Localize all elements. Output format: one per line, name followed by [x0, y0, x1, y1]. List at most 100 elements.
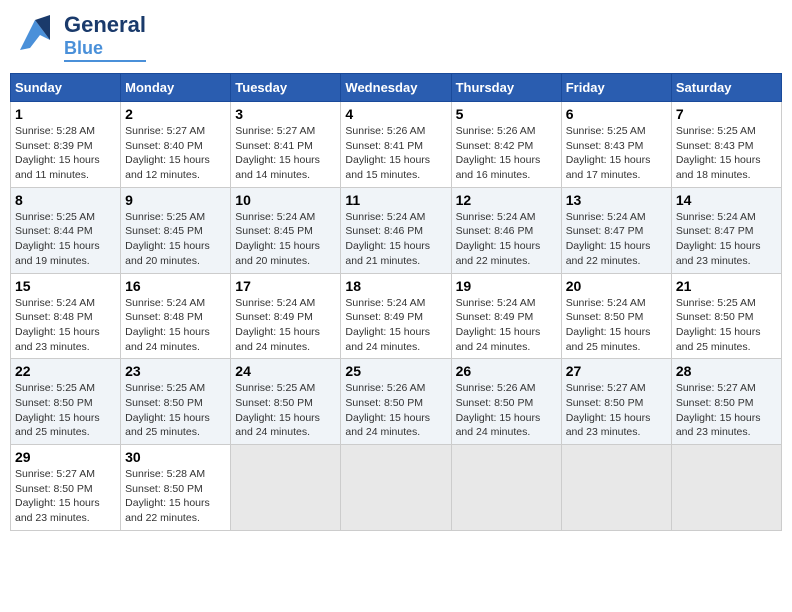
- day-number: 7: [676, 106, 777, 122]
- day-number: 15: [15, 278, 116, 294]
- calendar-cell: [231, 445, 341, 531]
- calendar-cell: 20 Sunrise: 5:24 AM Sunset: 8:50 PM Dayli…: [561, 273, 671, 359]
- calendar-cell: [341, 445, 451, 531]
- calendar-cell: 6 Sunrise: 5:25 AM Sunset: 8:43 PM Daylig…: [561, 102, 671, 188]
- week-row-1: 1 Sunrise: 5:28 AM Sunset: 8:39 PM Daylig…: [11, 102, 782, 188]
- day-info: Sunrise: 5:25 AM Sunset: 8:50 PM Dayligh…: [15, 381, 116, 440]
- day-info: Sunrise: 5:27 AM Sunset: 8:40 PM Dayligh…: [125, 124, 226, 183]
- calendar-cell: 17Sunrise: 5:24 AM Sunset: 8:49 PM Dayli…: [231, 273, 341, 359]
- day-number: 24: [235, 363, 336, 379]
- day-number: 13: [566, 192, 667, 208]
- day-header-tuesday: Tuesday: [231, 74, 341, 102]
- calendar-cell: 11 Sunrise: 5:24 AM Sunset: 8:46 PM Dayli…: [341, 187, 451, 273]
- day-number: 4: [345, 106, 446, 122]
- calendar-cell: 30Sunrise: 5:28 AM Sunset: 8:50 PM Dayli…: [121, 445, 231, 531]
- calendar-cell: 25 Sunrise: 5:26 AM Sunset: 8:50 PM Dayli…: [341, 359, 451, 445]
- calendar-cell: [451, 445, 561, 531]
- calendar-cell: 3 Sunrise: 5:27 AM Sunset: 8:41 PM Daylig…: [231, 102, 341, 188]
- logo-icon: [10, 10, 60, 60]
- calendar-cell: 26Sunrise: 5:26 AM Sunset: 8:50 PM Dayli…: [451, 359, 561, 445]
- day-number: 9: [125, 192, 226, 208]
- day-number: 17: [235, 278, 336, 294]
- calendar-cell: 18 Sunrise: 5:24 AM Sunset: 8:49 PM Dayli…: [341, 273, 451, 359]
- day-header-wednesday: Wednesday: [341, 74, 451, 102]
- day-info: Sunrise: 5:27 AM Sunset: 8:50 PM Dayligh…: [676, 381, 777, 440]
- day-info: Sunrise: 5:25 AM Sunset: 8:45 PM Dayligh…: [125, 210, 226, 269]
- calendar-cell: 16Sunrise: 5:24 AM Sunset: 8:48 PM Dayli…: [121, 273, 231, 359]
- week-row-3: 15 Sunrise: 5:24 AM Sunset: 8:48 PM Dayli…: [11, 273, 782, 359]
- day-info: Sunrise: 5:27 AM Sunset: 8:50 PM Dayligh…: [566, 381, 667, 440]
- calendar-cell: 5 Sunrise: 5:26 AM Sunset: 8:42 PM Daylig…: [451, 102, 561, 188]
- day-number: 5: [456, 106, 557, 122]
- day-header-monday: Monday: [121, 74, 231, 102]
- day-info: Sunrise: 5:27 AM Sunset: 8:41 PM Dayligh…: [235, 124, 336, 183]
- day-number: 25: [345, 363, 446, 379]
- day-info: Sunrise: 5:25 AM Sunset: 8:44 PM Dayligh…: [15, 210, 116, 269]
- calendar-cell: 22 Sunrise: 5:25 AM Sunset: 8:50 PM Dayli…: [11, 359, 121, 445]
- day-header-friday: Friday: [561, 74, 671, 102]
- day-number: 22: [15, 363, 116, 379]
- calendar-header-row: SundayMondayTuesdayWednesdayThursdayFrid…: [11, 74, 782, 102]
- day-number: 11: [345, 192, 446, 208]
- day-header-thursday: Thursday: [451, 74, 561, 102]
- day-number: 23: [125, 363, 226, 379]
- day-info: Sunrise: 5:26 AM Sunset: 8:50 PM Dayligh…: [456, 381, 557, 440]
- calendar-cell: 28 Sunrise: 5:27 AM Sunset: 8:50 PM Dayli…: [671, 359, 781, 445]
- day-info: Sunrise: 5:24 AM Sunset: 8:48 PM Dayligh…: [15, 296, 116, 355]
- calendar-cell: 13 Sunrise: 5:24 AM Sunset: 8:47 PM Dayli…: [561, 187, 671, 273]
- day-number: 28: [676, 363, 777, 379]
- day-info: Sunrise: 5:24 AM Sunset: 8:47 PM Dayligh…: [676, 210, 777, 269]
- day-info: Sunrise: 5:26 AM Sunset: 8:42 PM Dayligh…: [456, 124, 557, 183]
- day-info: Sunrise: 5:25 AM Sunset: 8:43 PM Dayligh…: [566, 124, 667, 183]
- day-info: Sunrise: 5:24 AM Sunset: 8:46 PM Dayligh…: [456, 210, 557, 269]
- day-number: 3: [235, 106, 336, 122]
- week-row-5: 29 Sunrise: 5:27 AM Sunset: 8:50 PM Dayli…: [11, 445, 782, 531]
- day-info: Sunrise: 5:27 AM Sunset: 8:50 PM Dayligh…: [15, 467, 116, 526]
- day-number: 2: [125, 106, 226, 122]
- day-info: Sunrise: 5:25 AM Sunset: 8:43 PM Dayligh…: [676, 124, 777, 183]
- calendar-cell: 15 Sunrise: 5:24 AM Sunset: 8:48 PM Dayli…: [11, 273, 121, 359]
- day-number: 10: [235, 192, 336, 208]
- day-number: 29: [15, 449, 116, 465]
- day-info: Sunrise: 5:28 AM Sunset: 8:50 PM Dayligh…: [125, 467, 226, 526]
- calendar-cell: 10Sunrise: 5:24 AM Sunset: 8:45 PM Dayli…: [231, 187, 341, 273]
- day-number: 8: [15, 192, 116, 208]
- day-number: 20: [566, 278, 667, 294]
- day-info: Sunrise: 5:24 AM Sunset: 8:49 PM Dayligh…: [456, 296, 557, 355]
- day-info: Sunrise: 5:24 AM Sunset: 8:47 PM Dayligh…: [566, 210, 667, 269]
- week-row-4: 22 Sunrise: 5:25 AM Sunset: 8:50 PM Dayli…: [11, 359, 782, 445]
- calendar-cell: 27Sunrise: 5:27 AM Sunset: 8:50 PM Dayli…: [561, 359, 671, 445]
- day-info: Sunrise: 5:26 AM Sunset: 8:41 PM Dayligh…: [345, 124, 446, 183]
- calendar-cell: 12 Sunrise: 5:24 AM Sunset: 8:46 PM Dayli…: [451, 187, 561, 273]
- day-info: Sunrise: 5:25 AM Sunset: 8:50 PM Dayligh…: [676, 296, 777, 355]
- day-number: 16: [125, 278, 226, 294]
- day-info: Sunrise: 5:24 AM Sunset: 8:50 PM Dayligh…: [566, 296, 667, 355]
- calendar-cell: 24 Sunrise: 5:25 AM Sunset: 8:50 PM Dayli…: [231, 359, 341, 445]
- day-number: 12: [456, 192, 557, 208]
- calendar-cell: 19 Sunrise: 5:24 AM Sunset: 8:49 PM Dayli…: [451, 273, 561, 359]
- calendar-cell: 7 Sunrise: 5:25 AM Sunset: 8:43 PM Daylig…: [671, 102, 781, 188]
- day-info: Sunrise: 5:24 AM Sunset: 8:46 PM Dayligh…: [345, 210, 446, 269]
- day-number: 14: [676, 192, 777, 208]
- day-info: Sunrise: 5:24 AM Sunset: 8:49 PM Dayligh…: [345, 296, 446, 355]
- calendar-cell: 2 Sunrise: 5:27 AM Sunset: 8:40 PM Daylig…: [121, 102, 231, 188]
- day-number: 6: [566, 106, 667, 122]
- day-info: Sunrise: 5:26 AM Sunset: 8:50 PM Dayligh…: [345, 381, 446, 440]
- day-number: 18: [345, 278, 446, 294]
- calendar-cell: 1 Sunrise: 5:28 AM Sunset: 8:39 PM Daylig…: [11, 102, 121, 188]
- day-header-sunday: Sunday: [11, 74, 121, 102]
- day-number: 21: [676, 278, 777, 294]
- calendar-cell: 29 Sunrise: 5:27 AM Sunset: 8:50 PM Dayli…: [11, 445, 121, 531]
- calendar-cell: 21 Sunrise: 5:25 AM Sunset: 8:50 PM Dayli…: [671, 273, 781, 359]
- day-number: 19: [456, 278, 557, 294]
- calendar-cell: 8 Sunrise: 5:25 AM Sunset: 8:44 PM Daylig…: [11, 187, 121, 273]
- day-info: Sunrise: 5:28 AM Sunset: 8:39 PM Dayligh…: [15, 124, 116, 183]
- calendar-table: SundayMondayTuesdayWednesdayThursdayFrid…: [10, 73, 782, 531]
- calendar-cell: [561, 445, 671, 531]
- page-header: General Blue: [10, 10, 782, 65]
- week-row-2: 8 Sunrise: 5:25 AM Sunset: 8:44 PM Daylig…: [11, 187, 782, 273]
- day-number: 1: [15, 106, 116, 122]
- day-header-saturday: Saturday: [671, 74, 781, 102]
- day-info: Sunrise: 5:25 AM Sunset: 8:50 PM Dayligh…: [125, 381, 226, 440]
- day-info: Sunrise: 5:25 AM Sunset: 8:50 PM Dayligh…: [235, 381, 336, 440]
